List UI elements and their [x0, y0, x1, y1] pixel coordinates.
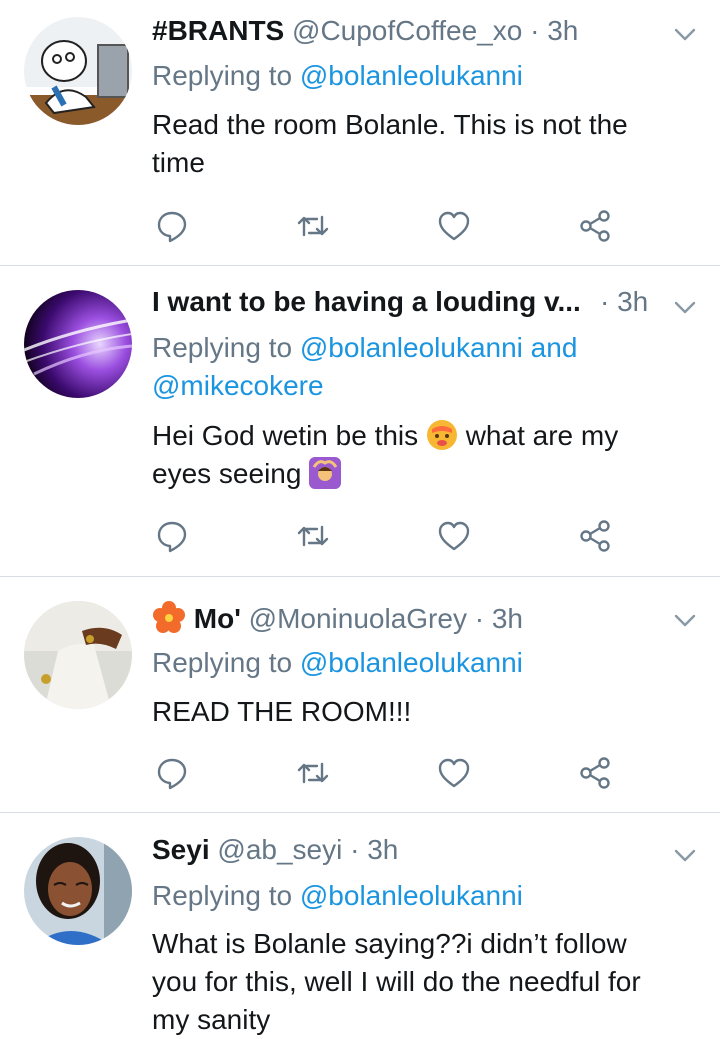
tweet-text-line: my sanity [152, 1004, 271, 1035]
tweet-2[interactable]: I want to be having a louding v... · 3h … [0, 266, 720, 576]
separator-dot: · [474, 603, 485, 634]
retweet-icon[interactable] [295, 208, 331, 244]
reply-icon[interactable] [154, 755, 190, 791]
avatar-image [24, 837, 132, 945]
share-icon[interactable] [577, 755, 613, 791]
tweet-header: Seyi @ab_seyi · 3h [152, 833, 660, 867]
tweet-text: Hei God wetin be this what are my eyes s… [152, 417, 680, 493]
tweet-text-fragment: eyes seeing [152, 458, 302, 489]
timestamp[interactable]: 3h [492, 603, 523, 634]
mention-link[interactable]: @bolanleolukanni and [300, 332, 578, 363]
replying-to-label: Replying to [152, 60, 293, 91]
timestamp[interactable]: 3h [367, 834, 398, 865]
reply-context: Replying to @bolanleolukanni [152, 644, 523, 682]
display-name[interactable]: I want to be having a louding v... [152, 286, 581, 317]
hot-face-emoji [426, 419, 458, 451]
avatar[interactable] [24, 601, 132, 709]
reply-context: Replying to @bolanleolukanni [152, 877, 523, 915]
separator-dot: · [530, 15, 540, 46]
tweet-text: READ THE ROOM!!! [152, 693, 680, 731]
tweet-meta: · 3h [600, 285, 660, 319]
user-handle[interactable]: @CupofCoffee_xo [292, 15, 522, 46]
retweet-icon[interactable] [295, 755, 331, 791]
tweet-actions [152, 518, 622, 554]
chevron-down-icon[interactable] [674, 301, 696, 315]
separator-dot: · [600, 286, 610, 317]
tweet-text-line: Read the room Bolanle. This is not the [152, 109, 628, 140]
heart-icon[interactable] [436, 755, 472, 791]
tweet-text: Read the room Bolanle. This is not the t… [152, 106, 680, 182]
tweet-text: What is Bolanle saying??i didn’t follow … [152, 925, 680, 1039]
tweet-text-line: time [152, 147, 205, 178]
share-icon[interactable] [577, 518, 613, 554]
mention-link[interactable]: @bolanleolukanni [300, 647, 523, 678]
user-handle[interactable]: @MoninuolaGrey [249, 603, 467, 634]
avatar-image [24, 290, 132, 398]
share-icon[interactable] [577, 208, 613, 244]
tweet-text-fragment: what are my [465, 420, 619, 451]
display-name[interactable]: #BRANTS [152, 15, 284, 46]
tweet-text-line: What is Bolanle saying??i didn’t follow [152, 928, 627, 959]
tweet-text-line: you for this, well I will do the needful… [152, 966, 641, 997]
tweet-4[interactable]: Seyi @ab_seyi · 3h Replying to @bolanleo… [0, 813, 720, 1035]
reply-icon[interactable] [154, 208, 190, 244]
display-name[interactable]: Seyi [152, 834, 210, 865]
tweet-header: Mo' @MoninuolaGrey · 3h [152, 600, 660, 636]
replying-to-label: Replying to [152, 647, 293, 678]
reply-context: Replying to @bolanleolukanni and @mikeco… [152, 329, 577, 405]
tweet-text-line: READ THE ROOM!!! [152, 696, 412, 727]
tweet-3[interactable]: Mo' @MoninuolaGrey · 3h Replying to @bol… [0, 577, 720, 812]
separator-dot: · [350, 834, 360, 865]
mention-link[interactable]: @bolanleolukanni [300, 60, 523, 91]
heart-icon[interactable] [436, 518, 472, 554]
avatar-image [24, 601, 132, 709]
replying-to-label: Replying to [152, 880, 293, 911]
retweet-icon[interactable] [295, 518, 331, 554]
replying-to-label: Replying to [152, 332, 293, 363]
tweet-text-line: eyes seeing [152, 455, 680, 493]
mention-link[interactable]: @bolanleolukanni [300, 880, 523, 911]
chevron-down-icon[interactable] [674, 849, 696, 863]
tweet-header: #BRANTS @CupofCoffee_xo · 3h [152, 14, 660, 48]
tweet-actions [152, 208, 622, 244]
display-name[interactable]: Mo' [194, 603, 241, 634]
chevron-down-icon[interactable] [674, 614, 696, 628]
woman-gesturing-ok-emoji [309, 457, 342, 489]
timestamp[interactable]: 3h [617, 286, 648, 317]
user-handle[interactable]: @ab_seyi [217, 834, 342, 865]
avatar[interactable] [24, 17, 132, 125]
avatar[interactable] [24, 290, 132, 398]
tweet-1[interactable]: #BRANTS @CupofCoffee_xo · 3h Replying to… [0, 0, 720, 265]
tweet-actions [152, 755, 622, 791]
hibiscus-emoji [152, 600, 186, 634]
reply-context: Replying to @bolanleolukanni [152, 57, 523, 95]
reply-icon[interactable] [154, 518, 190, 554]
tweet-header: I want to be having a louding v... [152, 285, 610, 319]
avatar[interactable] [24, 837, 132, 945]
timestamp[interactable]: 3h [547, 15, 578, 46]
tweet-text-line: Hei God wetin be this what are my [152, 417, 680, 455]
mention-link[interactable]: @mikecokere [152, 370, 324, 401]
tweet-text-fragment: Hei God wetin be this [152, 420, 419, 451]
avatar-image [24, 17, 132, 125]
heart-icon[interactable] [436, 208, 472, 244]
chevron-down-icon[interactable] [674, 28, 696, 42]
